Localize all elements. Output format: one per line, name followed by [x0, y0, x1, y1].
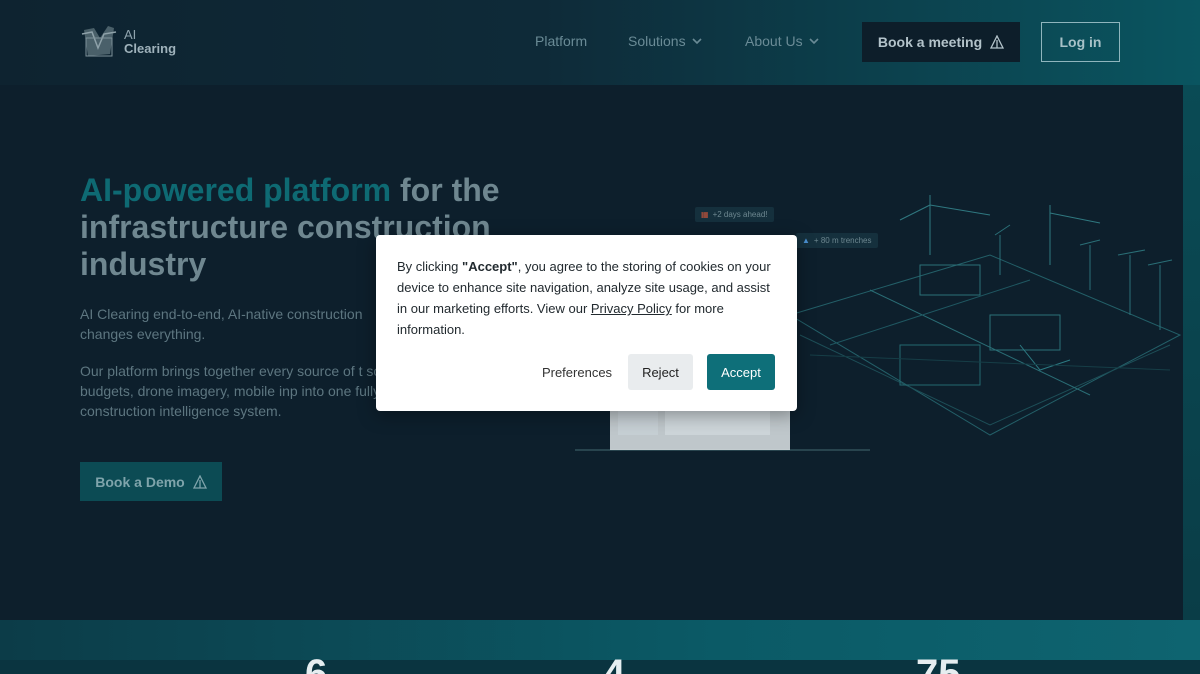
nav-solutions-label: Solutions	[628, 33, 686, 49]
book-demo-button[interactable]: Book a Demo	[80, 462, 222, 501]
cookie-reject-button[interactable]: Reject	[628, 354, 693, 390]
book-meeting-label: Book a meeting	[877, 34, 983, 50]
thumbs-up-icon: ▲	[802, 236, 810, 245]
nav-about-us[interactable]: About Us	[745, 33, 819, 49]
stat-value-1: 6	[305, 654, 327, 674]
nav-solutions[interactable]: Solutions	[628, 33, 702, 49]
status-chip-trenches: ▲ + 80 m trenches	[796, 233, 878, 248]
nav-platform-label: Platform	[535, 33, 588, 49]
cookie-text-accept-quote: "Accept"	[462, 259, 518, 274]
chip-trenches-label: + 80 m trenches	[813, 236, 872, 245]
logo-line1: AI	[124, 27, 137, 42]
chevron-down-icon	[809, 38, 819, 45]
cookie-consent-text: By clicking "Accept", you agree to the s…	[397, 256, 777, 340]
chip-ahead-label: +2 days ahead!	[712, 210, 768, 219]
book-meeting-button[interactable]: Book a meeting	[862, 22, 1020, 62]
cookie-text-before: By clicking	[397, 259, 463, 274]
nav-platform[interactable]: Platform	[535, 33, 587, 49]
book-demo-label: Book a Demo	[95, 473, 185, 490]
calendar-icon: ▦	[701, 210, 709, 219]
hero-paragraph-1: AI Clearing end-to-end, AI-native constr…	[80, 306, 363, 342]
logo[interactable]: AI Clearing	[80, 24, 176, 60]
privacy-policy-link[interactable]: Privacy Policy	[591, 301, 672, 316]
stat-value-2: 4	[603, 654, 625, 674]
stats-band-lower	[0, 660, 1200, 674]
triangle-arrow-icon	[192, 474, 207, 489]
cookie-consent-dialog: By clicking "Accept", you agree to the s…	[376, 235, 797, 411]
cookie-accept-button[interactable]: Accept	[707, 354, 775, 390]
logo-mark-icon	[81, 26, 117, 57]
logo-line2: Clearing	[124, 41, 177, 56]
stat-value-3: 75	[916, 654, 961, 674]
triangle-arrow-icon	[990, 35, 1005, 49]
chevron-down-icon	[692, 38, 702, 45]
login-button[interactable]: Log in	[1041, 22, 1120, 62]
hero-title-accent: AI-powered platform	[80, 172, 392, 208]
cookie-preferences-button[interactable]: Preferences	[539, 354, 615, 390]
site-header: AI Clearing Platform Solutions About Us …	[0, 0, 1200, 85]
nav-about-us-label: About Us	[745, 33, 803, 49]
logo-text: AI Clearing	[124, 28, 176, 56]
status-chip-ahead: ▦ +2 days ahead!	[695, 207, 774, 222]
